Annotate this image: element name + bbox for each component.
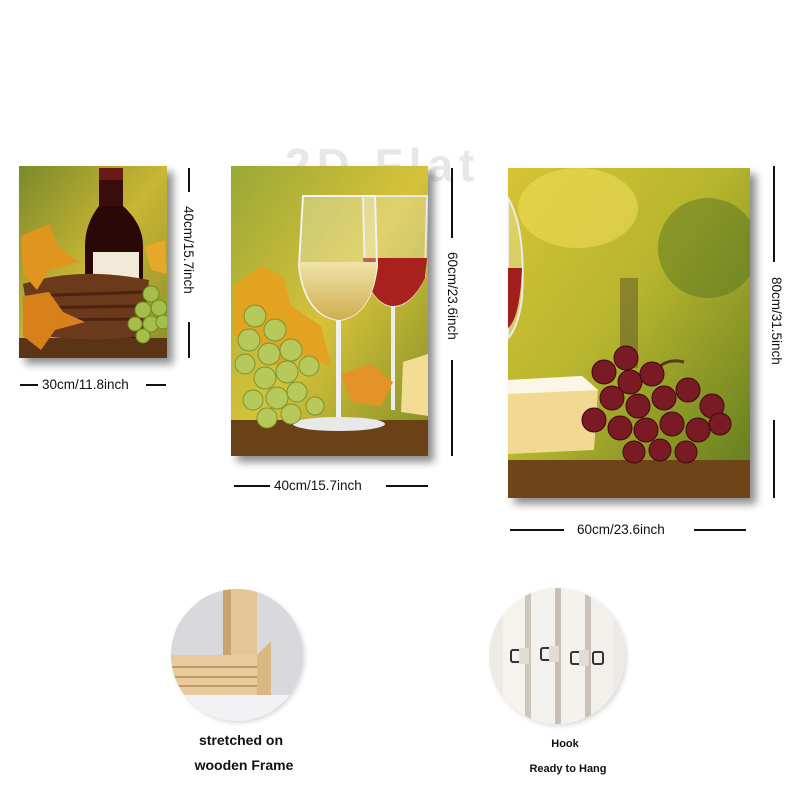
width-guide-line-right [386,485,428,487]
height-guide-line-bottom [451,360,453,456]
height-guide-line-top [451,168,453,238]
panel-height-label: 80cm/31.5inch [769,277,784,365]
height-guide-line-top [188,168,190,192]
hook-caption-line1: Hook [551,738,579,750]
canvas-panel-large [508,168,750,498]
hook-photo [489,588,625,724]
height-guide-line-top [773,166,775,262]
wine-bottle-image [19,166,167,358]
wine-glasses-image [231,166,428,456]
width-guide-line-left [234,485,270,487]
panel-height-label: 60cm/23.6inch [445,252,460,340]
canvas-panel-medium [231,166,428,456]
hook-caption-line2: Ready to Hang [529,763,607,775]
height-guide-line-bottom [773,420,775,498]
width-guide-line-left [20,384,38,386]
panel-height-label: 40cm/15.7inch [181,206,196,294]
wooden-frame-photo [171,589,303,721]
red-grapes-cheese-image [508,168,750,498]
panel-width-label: 40cm/15.7inch [274,478,362,493]
frame-caption-line2: wooden Frame [194,757,294,773]
panel-width-label: 30cm/11.8inch [42,377,129,392]
wooden-frame-image [171,589,303,721]
panel-width-label: 60cm/23.6inch [577,522,665,537]
height-guide-line-bottom [188,322,190,358]
canvas-hooks-image [489,588,625,724]
width-guide-line-right [146,384,166,386]
canvas-panel-small [19,166,167,358]
frame-caption-line1: stretched on [198,732,283,748]
width-guide-line-left [510,529,564,531]
width-guide-line-right [694,529,746,531]
